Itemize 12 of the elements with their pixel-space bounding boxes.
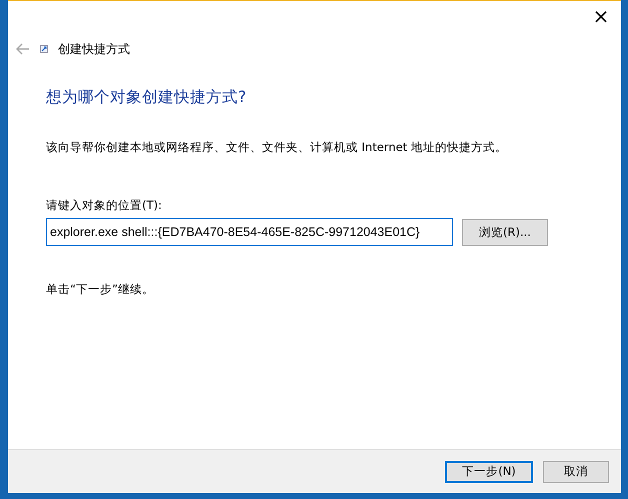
next-button[interactable]: 下一步(N) xyxy=(445,460,533,482)
shortcut-icon xyxy=(40,45,48,53)
description-text: 该向导帮你创建本地或网络程序、文件、文件夹、计算机或 Internet 地址的快捷方式。 xyxy=(46,140,508,155)
cancel-button[interactable]: 取消 xyxy=(543,460,609,482)
back-arrow-icon[interactable] xyxy=(16,43,30,55)
browse-button[interactable]: 浏览(R)... xyxy=(462,219,548,246)
location-field[interactable]: explorer.exe shell:::{ED7BA470-8E54-465E-825C-99712043E01C} xyxy=(46,218,453,246)
window-title: 创建快捷方式 xyxy=(58,40,130,58)
close-button[interactable]: × xyxy=(581,1,621,31)
hint-text: 单击“下一步”继续。 xyxy=(46,282,155,297)
page-heading: 想为哪个对象创建快捷方式? xyxy=(46,87,248,108)
location-label: 请键入对象的位置(T): xyxy=(46,198,163,213)
